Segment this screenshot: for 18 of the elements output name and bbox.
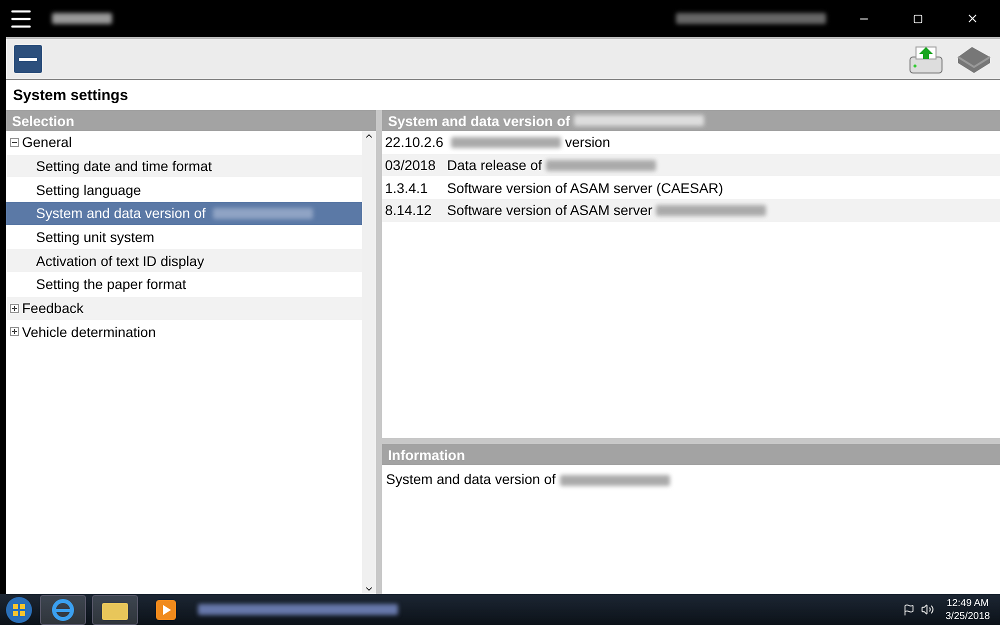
tree-item[interactable]: Setting date and time format: [6, 154, 362, 178]
version-value: 03/2018: [385, 157, 437, 174]
version-value: 1.3.4.1: [385, 180, 429, 196]
panel-header: Information: [382, 444, 1000, 465]
version-description: Data release of: [447, 157, 542, 174]
version-description: Software version of ASAM server: [447, 202, 652, 218]
panel-header: System and data version of: [388, 112, 570, 128]
taskbar-clock[interactable]: 12:49 AM 3/25/2018: [940, 596, 996, 622]
version-value: 22.10.2.6: [385, 134, 444, 150]
page-title: System settings: [12, 86, 130, 106]
information-text: System and data version of: [386, 471, 556, 487]
version-description: version: [565, 134, 610, 150]
version-value: 8.14.12: [385, 202, 433, 218]
tree-item[interactable]: Feedback: [6, 296, 362, 320]
panel-header: Selection: [6, 110, 376, 131]
tree-item[interactable]: Activation of text ID display: [6, 249, 362, 274]
tree-item[interactable]: System and data version of: [6, 202, 362, 226]
version-description: Software version of ASAM server (CAESAR): [447, 180, 724, 196]
